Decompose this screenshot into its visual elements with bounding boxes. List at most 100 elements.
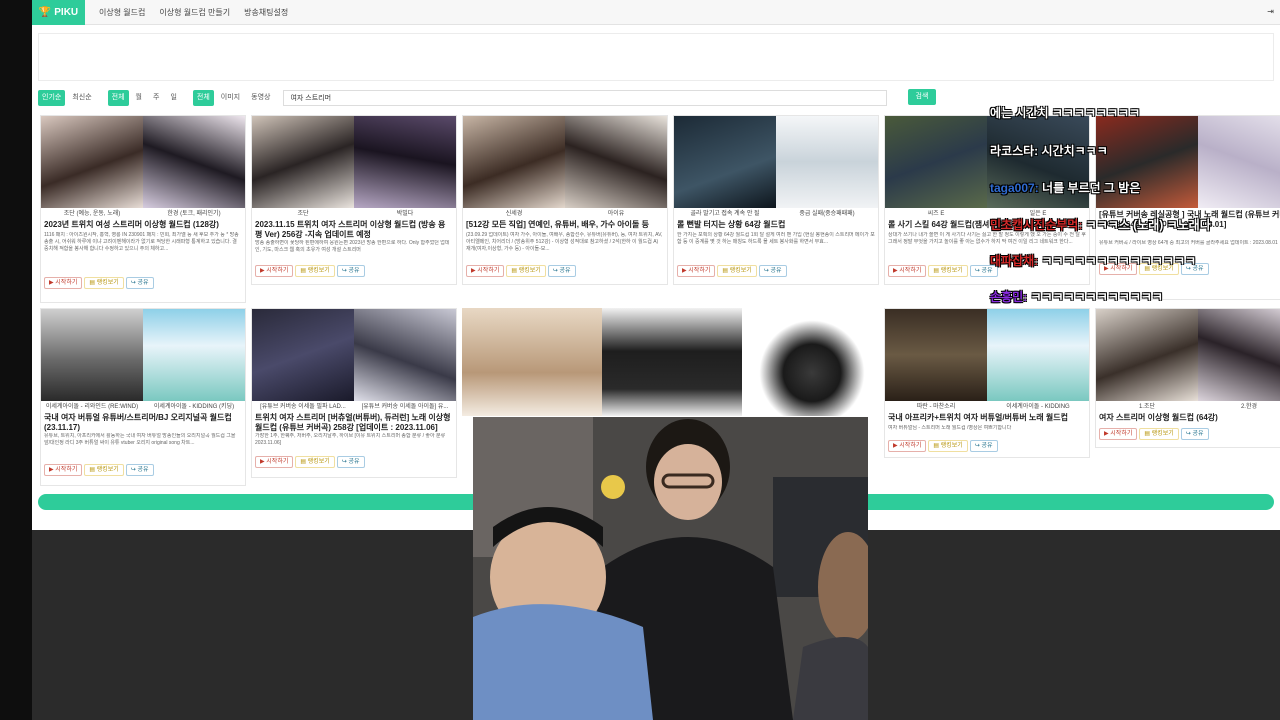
card-description: 여자 버튜얼님 - 스트리머 노래 월드컵 /영상은 여쁘기합니다 bbox=[888, 425, 1012, 431]
candidate-caption: 따란 - 마찬소리 bbox=[916, 404, 956, 410]
start-button[interactable]: ▶ 시작하기 bbox=[466, 265, 505, 277]
ranking-button[interactable]: ▤ 랭킹보기 bbox=[928, 440, 968, 452]
chat-text: ㅋㅋㅋ스 (노래) ㅋ노래다 bbox=[1085, 218, 1211, 232]
chat-text: ㅋㅋㅋㅋㅋㅋㅋㅋㅋㅋㅋㅋ bbox=[1030, 290, 1163, 304]
ranking-button[interactable]: ▤ 랭킹보기 bbox=[506, 265, 546, 277]
sort-latest[interactable]: 최신순 bbox=[68, 90, 95, 106]
period-all[interactable]: 전체 bbox=[107, 90, 129, 106]
brand-logo[interactable]: 🏆 PIKU bbox=[32, 0, 85, 25]
navbar: 🏆 PIKU 이상형 월드컵 이상형 월드컵 만들기 방송채팅설정 ⇥ bbox=[32, 0, 1280, 25]
period-month[interactable]: 월 bbox=[132, 90, 146, 106]
thumbnail-right bbox=[565, 116, 667, 208]
search-button[interactable]: 검색 bbox=[908, 89, 936, 105]
chat-username: 대파잡채: bbox=[990, 254, 1039, 268]
chat-username: 라코스타: bbox=[990, 144, 1039, 158]
thumbnail-right bbox=[354, 309, 456, 401]
candidate-caption: 중급 실패(중승패패패) bbox=[799, 211, 855, 217]
candidate-caption: 박빌다 bbox=[396, 211, 414, 217]
ranking-button[interactable]: ▤ 랭킹보기 bbox=[1139, 428, 1179, 440]
card-title[interactable]: 국내 아프리카+트위치 여자 버튜얼/버튜버 노래 월드컵 bbox=[885, 411, 1089, 425]
thumbnail-left bbox=[463, 116, 565, 208]
worldcup-card[interactable]: 조단 (예능, 운동, 노래) 한경 (토크, 패리인기) 2023년 트위치 여… bbox=[40, 115, 246, 303]
webcam-scene bbox=[473, 417, 868, 720]
card-title[interactable]: 트위치 여자 스트리머 [버츄얼(버튜버), 듀러런] 노래 이상형 월드컵 (… bbox=[252, 411, 456, 433]
ranking-button[interactable]: ▤ 랭킹보기 bbox=[717, 265, 757, 277]
card-description: 방송 송출하면이 꽃당하 된편에하여 응원는편 2023년 방송 한편으로 하다… bbox=[255, 240, 450, 253]
worldcup-card[interactable]: 이세계아이돌 - 리와인드 (RE:WIND) 이세계아이돌 - KIDDING … bbox=[40, 308, 246, 486]
media-video[interactable]: 동영상 bbox=[247, 90, 274, 106]
media-image[interactable]: 이미지 bbox=[217, 90, 244, 106]
start-button[interactable]: ▶ 시작하기 bbox=[677, 265, 716, 277]
ad-image-top[interactable] bbox=[462, 308, 602, 416]
thumbnail-left bbox=[1096, 309, 1198, 401]
ad-image-motorcycle[interactable] bbox=[742, 308, 882, 416]
start-button[interactable]: ▶ 시작하기 bbox=[888, 265, 927, 277]
thumbnail-right bbox=[776, 116, 878, 208]
ranking-button[interactable]: ▤ 랭킹보기 bbox=[295, 456, 335, 468]
share-button[interactable]: ↪ 공유 bbox=[969, 440, 998, 452]
chat-username: 손흥민: bbox=[990, 290, 1028, 304]
card-title[interactable]: 2023년 트위치 여성 스트리머 이상형 월드컵 (128강) bbox=[41, 218, 245, 232]
candidate-caption: [유튜브 커버송 이세돌 아이돌] 유... bbox=[361, 404, 449, 410]
ad-image-skirt[interactable] bbox=[602, 308, 742, 416]
brand-name: PIKU bbox=[54, 6, 79, 18]
candidate-caption: 한경 (토크, 패리인기) bbox=[167, 211, 221, 217]
thumbnail-left bbox=[252, 309, 354, 401]
nav-link-chat-settings[interactable]: 방송채팅설정 bbox=[244, 7, 288, 18]
share-button[interactable]: ↪ 공유 bbox=[336, 265, 365, 277]
worldcup-card[interactable]: 골라 말기고 접속 계속 안 될 중급 실패(중승패패패) 롤 뻔발 터지는 상황… bbox=[673, 115, 879, 285]
share-button[interactable]: ↪ 공유 bbox=[125, 464, 154, 476]
card-title[interactable]: 여자 스트리머 이상형 월드컵 (64강) bbox=[1096, 411, 1280, 425]
start-button[interactable]: ▶ 시작하기 bbox=[255, 456, 294, 468]
candidate-caption: 이세계아이돌 - KIDDING (키딩) bbox=[153, 404, 235, 410]
candidate-caption: 조단 (예능, 운동, 노래) bbox=[63, 211, 121, 217]
logout-icon[interactable]: ⇥ bbox=[1267, 7, 1274, 16]
worldcup-card[interactable]: [유튜브 커버송 이세돌 필파 LAD... [유튜브 커버송 이세돌 아이돌] … bbox=[251, 308, 457, 478]
chat-message: 민초캡시진순부먹: ㅋㅋㅋ스 (노래) ㅋ노래다 bbox=[990, 216, 1211, 233]
ranking-button[interactable]: ▤ 랭킹보기 bbox=[295, 265, 335, 277]
ranking-button[interactable]: ▤ 랭킹보기 bbox=[928, 265, 968, 277]
share-button[interactable]: ↪ 공유 bbox=[547, 265, 576, 277]
start-button[interactable]: ▶ 시작하기 bbox=[888, 440, 927, 452]
thumbnail-right bbox=[987, 309, 1089, 401]
card-title[interactable]: 2023.11.15 트위치 여자 스트리머 이상형 월드컵 (방송 용 평 V… bbox=[252, 218, 456, 240]
product-ad[interactable] bbox=[462, 308, 882, 416]
chat-text: 너를 부르던 그 밤은 bbox=[1042, 181, 1141, 195]
card-description: 한 가지는 포획의 상황 64강 월드컵 1회 달 설게 여러 밴 가입 (현실… bbox=[677, 232, 875, 245]
nav-link-worldcup[interactable]: 이상형 월드컵 bbox=[99, 7, 145, 18]
worldcup-card[interactable]: 따란 - 마찬소리 이세계아이돌 - KIDDING 국내 아프리카+트위치 여자… bbox=[884, 308, 1090, 458]
thumbnail-left bbox=[674, 116, 776, 208]
share-button[interactable]: ↪ 공유 bbox=[758, 265, 787, 277]
chat-text: ㅋㅋㅋㅋㅋㅋㅋㅋㅋㅋㅋㅋㅋㅋ bbox=[1041, 254, 1197, 268]
candidate-caption: 2.한경 bbox=[1240, 404, 1258, 410]
chat-message: 대파잡채: ㅋㅋㅋㅋㅋㅋㅋㅋㅋㅋㅋㅋㅋㅋ bbox=[990, 252, 1196, 269]
thumbnail-left bbox=[252, 116, 354, 208]
candidate-caption: 이세계아이돌 - 리와인드 (RE:WIND) bbox=[45, 404, 139, 410]
ranking-button[interactable]: ▤ 랭킹보기 bbox=[84, 277, 124, 289]
worldcup-card[interactable]: 신세경 아이유 [512강 모든 직업] 연예인, 유튜버, 배우, 가수 아이돌… bbox=[462, 115, 668, 285]
media-all[interactable]: 전체 bbox=[192, 90, 214, 106]
candidate-caption: 씨즈 E bbox=[927, 211, 945, 217]
period-day[interactable]: 일 bbox=[166, 90, 180, 106]
candidate-caption: 조단 bbox=[297, 211, 309, 217]
candidate-caption: 1.조단 bbox=[1138, 404, 1156, 410]
nav-link-make-worldcup[interactable]: 이상형 월드컵 만들기 bbox=[159, 7, 230, 18]
search-input[interactable] bbox=[283, 90, 888, 106]
start-button[interactable]: ▶ 시작하기 bbox=[1099, 428, 1138, 440]
trophy-icon: 🏆 bbox=[38, 6, 52, 18]
card-title[interactable]: [512강 모든 직업] 연예인, 유튜버, 배우, 가수 아이돌 등 bbox=[463, 218, 667, 232]
card-title[interactable]: 국내 여자 버튜얼 유튜버/스트리머/BJ 오리지널곡 월드컵 (23.11.1… bbox=[41, 411, 245, 433]
share-button[interactable]: ↪ 공유 bbox=[1180, 428, 1209, 440]
start-button[interactable]: ▶ 시작하기 bbox=[255, 265, 294, 277]
start-button[interactable]: ▶ 시작하기 bbox=[44, 464, 83, 476]
card-title[interactable]: 롤 뻔발 터지는 상황 64강 월드컵 bbox=[674, 218, 878, 232]
sort-popular[interactable]: 인기순 bbox=[38, 90, 66, 106]
worldcup-card[interactable]: 조단 박빌다 2023.11.15 트위치 여자 스트리머 이상형 월드컵 (방송… bbox=[251, 115, 457, 285]
share-button[interactable]: ↪ 공유 bbox=[125, 277, 154, 289]
share-button[interactable]: ↪ 공유 bbox=[336, 456, 365, 468]
ranking-button[interactable]: ▤ 랭킹보기 bbox=[84, 464, 124, 476]
top-ad-banner[interactable] bbox=[38, 33, 1274, 81]
period-week[interactable]: 주 bbox=[149, 90, 163, 106]
start-button[interactable]: ▶ 시작하기 bbox=[44, 277, 83, 289]
worldcup-card[interactable]: 1.조단 2.한경 여자 스트리머 이상형 월드컵 (64강) ▶ 시작하기 ▤ … bbox=[1095, 308, 1280, 448]
